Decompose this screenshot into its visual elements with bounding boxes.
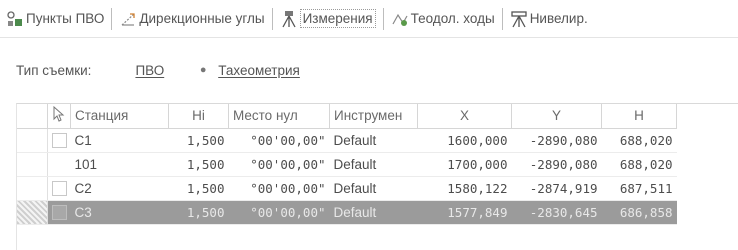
measurements-grid: Станция Hi Место нул Инструмен X Y H C1 … — [16, 103, 738, 250]
select-all-cell[interactable] — [47, 104, 71, 129]
col-header-y[interactable]: Y — [511, 104, 602, 129]
instrument-cell[interactable]: Default — [329, 128, 418, 153]
tab-separator — [501, 7, 503, 30]
row-checkbox-cell[interactable] — [47, 152, 71, 177]
zero-place-cell[interactable]: °00'00,00" — [228, 128, 330, 153]
tab-separator — [271, 7, 273, 30]
row-checkbox-cell[interactable] — [47, 200, 71, 225]
tab-separator — [382, 7, 384, 30]
instrument-cell[interactable]: Default — [329, 152, 418, 177]
radio-indicator[interactable]: ● — [196, 64, 210, 76]
zero-place-cell[interactable]: °00'00,00" — [228, 152, 330, 177]
tab-label: Нивелир. — [529, 11, 588, 26]
x-cell[interactable]: 1700,000 — [417, 152, 512, 177]
tab-leveling[interactable]: Нивелир. — [506, 5, 592, 33]
station-cell[interactable]: 101 — [70, 152, 169, 177]
y-cell[interactable]: -2890,080 — [511, 152, 602, 177]
table-header-row: Станция Hi Место нул Инструмен X Y H — [17, 104, 677, 129]
row-selector[interactable] — [17, 152, 48, 177]
col-header-zero-place[interactable]: Место нул — [228, 104, 330, 129]
table-row[interactable]: C1 1,500 °00'00,00" Default 1600,000 -28… — [17, 128, 677, 153]
tab-label: Дирекционные углы — [139, 11, 265, 26]
level-icon — [510, 10, 528, 28]
cursor-icon — [53, 106, 65, 122]
x-cell[interactable]: 1577,849 — [417, 200, 512, 225]
tab-points[interactable]: Пункты ПВО — [2, 5, 108, 33]
row-selector[interactable] — [17, 128, 48, 153]
y-cell[interactable]: -2890,080 — [511, 128, 602, 153]
row-checkbox[interactable] — [52, 157, 67, 172]
row-checkbox[interactable] — [51, 132, 67, 148]
radio-pvo[interactable]: ПВО — [113, 63, 164, 78]
station-cell[interactable]: C2 — [70, 176, 169, 201]
station-cell[interactable]: C1 — [70, 128, 169, 153]
radio-label: ПВО — [135, 62, 165, 78]
row-checkbox[interactable] — [51, 204, 67, 220]
table-row-selected[interactable]: C3 1,500 °00'00,00" Default 1577,849 -28… — [17, 200, 677, 225]
tab-bar: Пункты ПВО Дирекционные углы Измерения Т… — [0, 0, 738, 38]
tab-traverses[interactable]: Теодол. ходы — [387, 5, 499, 33]
tab-label: Пункты ПВО — [26, 11, 105, 26]
y-cell[interactable]: -2874,919 — [511, 176, 602, 201]
row-header-corner — [17, 104, 48, 129]
h-cell[interactable]: 687,511 — [601, 176, 677, 201]
row-selector[interactable] — [17, 176, 48, 201]
x-cell[interactable]: 1580,122 — [417, 176, 512, 201]
points-icon — [6, 10, 24, 28]
hi-cell[interactable]: 1,500 — [168, 200, 229, 225]
tab-measurements[interactable]: Измерения — [276, 5, 380, 33]
h-cell[interactable]: 688,020 — [601, 128, 677, 153]
tab-label: Измерения — [299, 9, 376, 28]
h-cell[interactable]: 688,020 — [601, 152, 677, 177]
col-header-h[interactable]: H — [601, 104, 677, 129]
col-header-x[interactable]: X — [417, 104, 512, 129]
tripod-icon — [280, 10, 298, 28]
survey-type-label: Тип съемки: — [16, 62, 92, 78]
table-row[interactable]: 101 1,500 °00'00,00" Default 1700,000 -2… — [17, 152, 677, 177]
row-selector[interactable] — [17, 200, 48, 225]
row-checkbox-cell[interactable] — [47, 128, 71, 153]
station-cell[interactable]: C3 — [70, 200, 169, 225]
survey-type-group: Тип съемки: ПВО ● Тахеометрия — [16, 58, 332, 82]
zero-place-cell[interactable]: °00'00,00" — [228, 176, 330, 201]
tab-label: Теодол. ходы — [410, 11, 495, 26]
col-header-station[interactable]: Станция — [70, 104, 169, 129]
row-checkbox-cell[interactable] — [47, 176, 71, 201]
angle-icon — [119, 10, 137, 28]
instrument-cell[interactable]: Default — [329, 200, 418, 225]
x-cell[interactable]: 1600,000 — [417, 128, 512, 153]
zero-place-cell[interactable]: °00'00,00" — [228, 200, 330, 225]
radio-tacheometry[interactable]: ● Тахеометрия — [196, 63, 300, 78]
hi-cell[interactable]: 1,500 — [168, 176, 229, 201]
tab-directional-angles[interactable]: Дирекционные углы — [115, 5, 268, 33]
hi-cell[interactable]: 1,500 — [168, 128, 229, 153]
row-checkbox[interactable] — [51, 180, 67, 196]
radio-label: Тахеометрия — [218, 62, 300, 78]
y-cell[interactable]: -2830,645 — [511, 200, 602, 225]
measurements-table: Станция Hi Место нул Инструмен X Y H C1 … — [17, 104, 677, 225]
hi-cell[interactable]: 1,500 — [168, 152, 229, 177]
h-cell[interactable]: 686,858 — [601, 200, 677, 225]
instrument-cell[interactable]: Default — [329, 176, 418, 201]
col-header-hi[interactable]: Hi — [168, 104, 229, 129]
traverse-icon — [391, 10, 409, 28]
table-row[interactable]: C2 1,500 °00'00,00" Default 1580,122 -28… — [17, 176, 677, 201]
col-header-instrument[interactable]: Инструмен — [329, 104, 418, 129]
tab-separator — [111, 7, 113, 30]
